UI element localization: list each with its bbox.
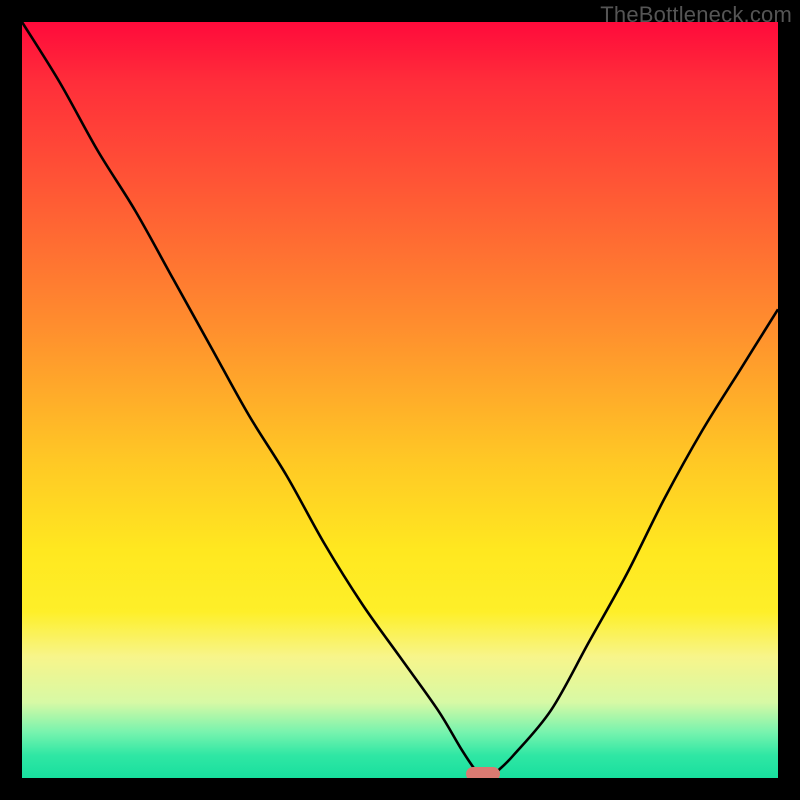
minimum-marker xyxy=(466,767,500,778)
curve-path xyxy=(22,22,778,778)
plot-area xyxy=(22,22,778,778)
bottleneck-curve xyxy=(22,22,778,778)
watermark-text: TheBottleneck.com xyxy=(600,2,792,28)
chart-frame: TheBottleneck.com xyxy=(0,0,800,800)
